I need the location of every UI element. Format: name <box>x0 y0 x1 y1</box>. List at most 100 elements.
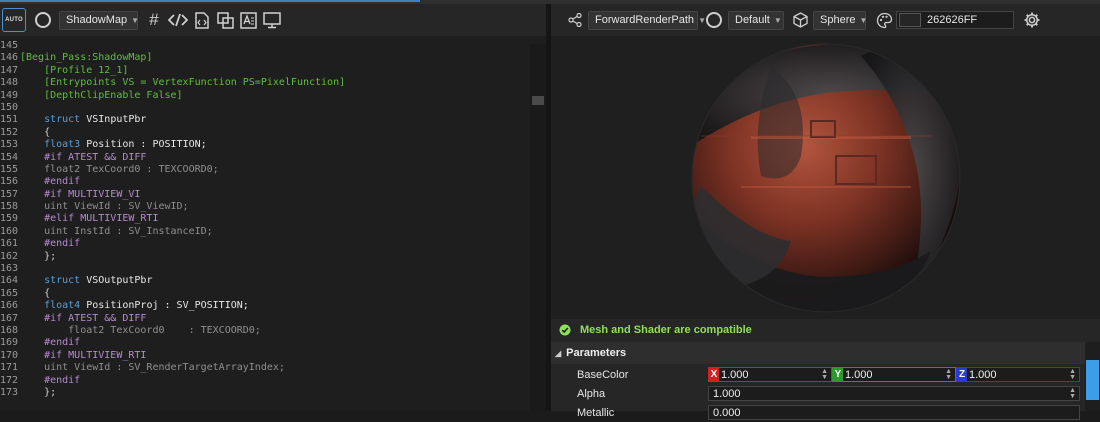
monitor-icon[interactable] <box>262 10 282 30</box>
material-dropdown[interactable]: Default ▼ <box>728 10 784 30</box>
code-line[interactable]: 148 [Entrypoints VS = VertexFunction PS=… <box>0 77 530 89</box>
line-number: 150 <box>0 101 19 113</box>
metallic-field[interactable]: 0.000 <box>708 405 1080 420</box>
line-number: 149 <box>0 89 19 101</box>
line-number: 147 <box>0 64 19 76</box>
y-stepper-icon[interactable]: ▲ ▼ <box>945 368 955 381</box>
code-line[interactable]: 165 { <box>0 288 530 300</box>
code-line-text: uint InstId : SV_InstanceID; <box>20 226 213 238</box>
shader-editor-panel: AUTO ShadowMap ▼ # 145146[Begin_Pass:S <box>0 4 546 411</box>
code-token: float3 <box>20 139 87 151</box>
code-line-text: #if MULTIVIEW_VI <box>20 189 140 201</box>
render-graph-icon[interactable] <box>567 12 583 28</box>
compatibility-status-text: Mesh and Shader are compatible <box>580 324 752 336</box>
code-token: #endif <box>20 176 81 188</box>
alpha-field[interactable]: 1.000 ▲ ▼ <box>708 386 1080 401</box>
code-text-area[interactable]: 145 146 [Begin_Pass:ShadowMap] 147 [Profile… <box>0 40 530 411</box>
render-path-dropdown[interactable]: ForwardRenderPath ▼ <box>588 10 706 30</box>
cube-icon[interactable] <box>792 12 808 28</box>
code-line-text: [DepthClipEnable False] <box>20 89 183 102</box>
code-line[interactable]: 152 { <box>0 127 530 139</box>
x-stepper-icon[interactable]: ▲ ▼ <box>821 368 831 381</box>
code-line[interactable]: 167 #if ATEST && DIFF <box>0 313 530 325</box>
code-line-text: float3 Position : POSITION; <box>20 139 207 151</box>
pass-circle-icon[interactable] <box>35 12 51 28</box>
background-color-swatch[interactable] <box>899 13 921 27</box>
code-line[interactable]: 154 #if ATEST && DIFF <box>0 152 530 164</box>
code-line[interactable]: 147 [Profile 12_1] <box>0 65 530 77</box>
code-line[interactable]: 161 #endif <box>0 238 530 250</box>
code-line[interactable]: 155 float2 TexCoord0 : TEXCOORD0; <box>0 164 530 176</box>
basecolor-x-field[interactable]: X 1.000 ▲ ▼ <box>708 367 832 382</box>
gear-icon[interactable] <box>1023 11 1041 29</box>
code-line-text: { <box>20 127 50 139</box>
code-line[interactable]: 171 uint ViewId : SV_RenderTargetArrayIn… <box>0 362 530 374</box>
basecolor-y-value: 1.000 <box>845 368 873 381</box>
code-token: struct <box>20 275 87 287</box>
code-line[interactable]: 164 struct VSOutputPbr <box>0 275 530 287</box>
preview-toolbar: ForwardRenderPath ▼ Default ▼ Sphere ▼ 2… <box>551 4 1100 36</box>
auto-button[interactable]: AUTO <box>2 8 26 32</box>
line-number: 154 <box>0 151 19 163</box>
basecolor-z-value: 1.000 <box>969 368 997 381</box>
code-token: [Profile 12_1] <box>20 64 129 76</box>
code-line[interactable]: 173 }; <box>0 387 530 399</box>
material-circle-icon[interactable] <box>706 12 722 28</box>
code-line[interactable]: 169 #endif <box>0 337 530 349</box>
parameters-header[interactable]: ◢ Parameters <box>551 342 1085 364</box>
mesh-dropdown[interactable]: Sphere ▼ <box>813 10 867 30</box>
preview-viewport[interactable] <box>551 36 1100 319</box>
code-token: [DepthClipEnable False] <box>20 89 183 101</box>
text-format-icon[interactable] <box>238 10 258 30</box>
basecolor-y-field[interactable]: Y 1.000 ▲ ▼ <box>832 367 956 382</box>
code-line[interactable]: 160 uint InstId : SV_InstanceID; <box>0 226 530 238</box>
code-line[interactable]: 162 }; <box>0 251 530 263</box>
code-line[interactable]: 149 [DepthClipEnable False] <box>0 90 530 102</box>
chevron-down-icon: ▼ <box>698 15 706 25</box>
code-token: VSOutputPbr <box>86 275 153 287</box>
code-line[interactable]: 158 uint ViewId : SV_ViewID; <box>0 201 530 213</box>
code-line-text: uint ViewId : SV_ViewID; <box>20 201 189 213</box>
code-line-text: #if ATEST && DIFF <box>20 313 146 325</box>
code-line[interactable]: 159 #elif MULTIVIEW_RTI <box>0 213 530 225</box>
line-number: 169 <box>0 337 19 349</box>
code-line[interactable]: 145 <box>0 40 530 52</box>
alpha-stepper-icon[interactable]: ▲ ▼ <box>1069 387 1079 400</box>
code-token: #endif <box>20 238 81 250</box>
line-number: 163 <box>0 263 19 275</box>
code-line[interactable]: 168 float2 TexCoord0 : TEXCOORD0; <box>0 325 530 337</box>
code-line[interactable]: 153 float3 Position : POSITION; <box>0 139 530 151</box>
code-scrollbar-thumb[interactable] <box>532 96 544 105</box>
code-line[interactable]: 172 #endif <box>0 375 530 387</box>
file-code-icon[interactable] <box>192 10 212 30</box>
line-number: 162 <box>0 250 19 262</box>
code-line[interactable]: 156 #endif <box>0 176 530 188</box>
copy-icon[interactable] <box>215 10 235 30</box>
parameters-scrollbar[interactable] <box>1085 342 1100 411</box>
parameters-scrollbar-thumb[interactable] <box>1086 360 1099 400</box>
code-token: float2 TexCoord0 : TEXCOORD0; <box>20 163 219 175</box>
code-icon[interactable] <box>167 10 189 30</box>
code-line[interactable]: 146 [Begin_Pass:ShadowMap] <box>0 52 530 64</box>
code-scrollbar[interactable] <box>530 44 546 411</box>
line-number: 160 <box>0 225 19 237</box>
collapse-triangle-icon[interactable]: ◢ <box>555 349 561 358</box>
pass-dropdown[interactable]: ShadowMap ▼ <box>59 10 139 30</box>
parameters-title: Parameters <box>566 347 627 359</box>
hash-icon[interactable]: # <box>144 10 164 30</box>
code-line-text: [Begin_Pass:ShadowMap] <box>20 52 152 64</box>
code-line[interactable]: 170 #if MULTIVIEW_RTI <box>0 350 530 362</box>
basecolor-z-field[interactable]: Z 1.000 ▲ ▼ <box>956 367 1080 382</box>
line-number: 161 <box>0 238 19 250</box>
code-token: [Entrypoints VS = VertexFunction PS=Pixe… <box>20 77 346 89</box>
code-line[interactable]: 151 struct VSInputPbr <box>0 114 530 126</box>
code-line[interactable]: 166 float4 PositionProj : SV_POSITION; <box>0 300 530 312</box>
code-line-text: #if MULTIVIEW_RTI <box>20 350 146 362</box>
code-line[interactable]: 150 <box>0 102 530 114</box>
palette-icon[interactable] <box>875 11 893 29</box>
code-line[interactable]: 163 <box>0 263 530 275</box>
code-line[interactable]: 157 #if MULTIVIEW_VI <box>0 189 530 201</box>
code-token: uint InstId : SV_InstanceID; <box>20 225 213 237</box>
background-color-field[interactable]: 262626FF <box>896 11 1014 29</box>
z-stepper-icon[interactable]: ▲ ▼ <box>1069 368 1079 381</box>
